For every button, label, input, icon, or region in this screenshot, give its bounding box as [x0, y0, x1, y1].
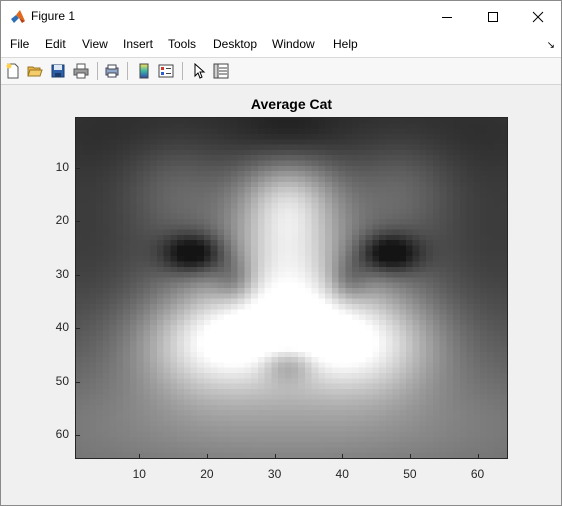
edit-plot-icon — [194, 63, 206, 79]
x-tick-label: 10 — [132, 467, 146, 481]
property-inspector-icon — [213, 63, 229, 79]
x-tick-label: 60 — [470, 467, 485, 481]
colorbar-icon — [139, 63, 149, 79]
minimize-icon — [442, 16, 452, 18]
title-bar[interactable]: Figure 1 — [1, 1, 561, 32]
close-icon — [532, 11, 544, 22]
print-button[interactable] — [71, 61, 91, 81]
property-inspector-button[interactable] — [211, 61, 231, 81]
toolbar-separator — [182, 62, 183, 80]
x-tick — [477, 454, 479, 458]
menu-tools[interactable]: Tools — [168, 37, 196, 51]
matlab-logo-icon — [10, 9, 26, 25]
close-button[interactable] — [515, 1, 561, 32]
image-axes[interactable] — [75, 117, 508, 459]
y-tick — [76, 381, 80, 383]
average-cat-image — [76, 118, 507, 458]
menu-bar: File Edit View Insert Tools Desktop Wind… — [1, 32, 561, 58]
figure-window: Figure 1 File Edit View Insert Tools Des… — [0, 0, 562, 506]
x-tick — [206, 454, 208, 458]
figure-toolbar — [1, 58, 561, 85]
open-file-icon — [27, 66, 43, 77]
x-tick — [139, 454, 141, 458]
y-tick-label: 30 — [55, 266, 69, 281]
menu-insert[interactable]: Insert — [123, 37, 153, 51]
y-tick — [76, 221, 80, 223]
x-tick — [409, 454, 411, 458]
menu-help[interactable]: Help — [333, 37, 358, 51]
open-file-button[interactable] — [25, 61, 45, 81]
y-tick — [76, 328, 80, 330]
y-tick — [76, 274, 80, 276]
print-preview-icon — [105, 64, 119, 78]
toolbar-separator — [97, 62, 98, 80]
x-tick-label: 30 — [267, 467, 282, 481]
minimize-button[interactable] — [424, 1, 470, 32]
y-tick-label: 40 — [55, 320, 69, 335]
menu-edit[interactable]: Edit — [45, 37, 66, 51]
x-tick — [342, 454, 344, 458]
y-tick — [76, 434, 80, 436]
maximize-icon — [488, 11, 498, 22]
chart-title: Average Cat — [250, 96, 333, 112]
x-tick — [274, 454, 276, 458]
dock-arrow-icon[interactable]: ↘ — [547, 40, 555, 51]
colorbar-button[interactable] — [134, 61, 154, 81]
new-figure-button[interactable] — [3, 61, 23, 81]
save-button[interactable] — [48, 61, 68, 81]
edit-plot-button[interactable] — [189, 61, 209, 81]
y-tick — [76, 167, 80, 169]
maximize-button[interactable] — [470, 1, 516, 32]
legend-button[interactable] — [156, 61, 176, 81]
print-icon — [73, 63, 89, 79]
toolbar-separator — [127, 62, 128, 80]
menu-file[interactable]: File — [10, 37, 29, 51]
figure-canvas: Average Cat 10 20 30 40 50 60 10 20 30 40 50 60 — [1, 85, 561, 505]
y-tick-label: 10 — [55, 159, 69, 174]
x-tick-label: 50 — [403, 467, 417, 481]
y-tick-label: 60 — [55, 426, 69, 441]
x-tick-label: 20 — [200, 467, 214, 481]
x-tick-label: 40 — [335, 467, 349, 481]
new-figure-icon — [6, 63, 19, 79]
y-tick-label: 20 — [55, 213, 69, 228]
menu-view[interactable]: View — [82, 37, 108, 51]
window-title: Figure 1 — [31, 9, 76, 23]
legend-icon — [158, 64, 174, 78]
print-preview-button[interactable] — [102, 61, 122, 81]
menu-desktop[interactable]: Desktop — [213, 37, 257, 51]
y-tick-label: 50 — [55, 373, 69, 388]
menu-window[interactable]: Window — [272, 37, 315, 51]
save-icon — [51, 64, 65, 78]
